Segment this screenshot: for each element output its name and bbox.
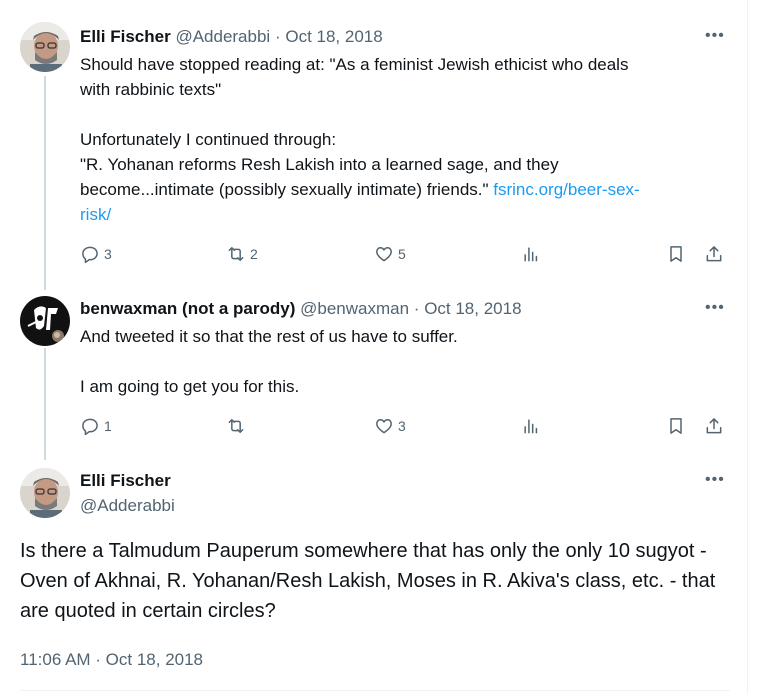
tweet-date[interactable]: Oct 18, 2018 bbox=[285, 27, 382, 46]
author-name[interactable]: Elli Fischer bbox=[80, 471, 171, 491]
avatar[interactable] bbox=[20, 22, 70, 72]
like-count: 5 bbox=[398, 246, 406, 262]
author-handle[interactable]: @Adderabbi bbox=[80, 496, 175, 516]
share-button[interactable] bbox=[704, 242, 724, 266]
avatar[interactable] bbox=[20, 468, 70, 518]
retweet-button[interactable] bbox=[226, 414, 250, 438]
views-button[interactable] bbox=[521, 242, 541, 266]
tweet-timestamp[interactable]: 11:06 AM · Oct 18, 2018 bbox=[20, 650, 203, 670]
reply-icon bbox=[82, 246, 98, 264]
bookmark-button[interactable] bbox=[666, 414, 686, 438]
thread-connector bbox=[44, 76, 46, 290]
retweet-count: 2 bbox=[250, 246, 258, 262]
reply-button[interactable]: 1 bbox=[80, 414, 112, 438]
reply-icon bbox=[82, 418, 98, 436]
more-options-button[interactable]: ••• bbox=[705, 300, 725, 316]
views-button[interactable] bbox=[521, 414, 541, 438]
retweet-icon bbox=[228, 247, 244, 261]
like-icon bbox=[376, 247, 392, 262]
more-options-button[interactable]: ••• bbox=[705, 472, 725, 488]
views-icon bbox=[524, 419, 538, 434]
share-button[interactable] bbox=[704, 414, 724, 438]
avatar[interactable] bbox=[20, 296, 70, 346]
divider bbox=[20, 690, 730, 691]
share-icon bbox=[706, 246, 722, 262]
author-name[interactable]: Elli Fischer bbox=[80, 27, 171, 46]
thread-connector bbox=[44, 348, 46, 460]
share-icon bbox=[706, 418, 722, 434]
like-count: 3 bbox=[398, 418, 406, 434]
reply-count: 1 bbox=[104, 418, 112, 434]
bookmark-icon bbox=[670, 418, 682, 434]
author-handle[interactable]: @benwaxman bbox=[300, 299, 409, 318]
bookmark-button[interactable] bbox=[666, 242, 686, 266]
author-name[interactable]: benwaxman (not a parody) bbox=[80, 299, 295, 318]
focus-tweet-text: Is there a Talmudum Pauperum somewhere t… bbox=[20, 540, 716, 622]
views-icon bbox=[524, 247, 538, 262]
tweet-text: And tweeted it so that the rest of us ha… bbox=[80, 327, 458, 396]
retweet-button[interactable]: 2 bbox=[226, 242, 258, 266]
bookmark-icon bbox=[670, 246, 682, 262]
tweet-text: Should have stopped reading at: "As a fe… bbox=[80, 52, 730, 227]
tweet-text-content: Should have stopped reading at: "As a fe… bbox=[80, 55, 629, 199]
tweet-date[interactable]: Oct 18, 2018 bbox=[424, 299, 521, 318]
reply-count: 3 bbox=[104, 246, 112, 262]
like-icon bbox=[376, 419, 392, 434]
tweet-header: benwaxman (not a parody) @benwaxman · Oc… bbox=[80, 299, 522, 319]
separator: · bbox=[413, 299, 420, 318]
action-bar: 1 3 bbox=[80, 414, 730, 438]
like-button[interactable]: 3 bbox=[374, 414, 406, 438]
action-bar: 3 2 5 bbox=[80, 242, 730, 266]
author-handle[interactable]: @Adderabbi bbox=[175, 27, 270, 46]
retweet-icon bbox=[228, 419, 244, 433]
column-border bbox=[747, 0, 748, 694]
more-options-button[interactable]: ••• bbox=[705, 28, 725, 44]
like-button[interactable]: 5 bbox=[374, 242, 406, 266]
tweet-header: Elli Fischer @Adderabbi · Oct 18, 2018 bbox=[80, 27, 383, 47]
reply-button[interactable]: 3 bbox=[80, 242, 112, 266]
separator: · bbox=[274, 27, 281, 46]
